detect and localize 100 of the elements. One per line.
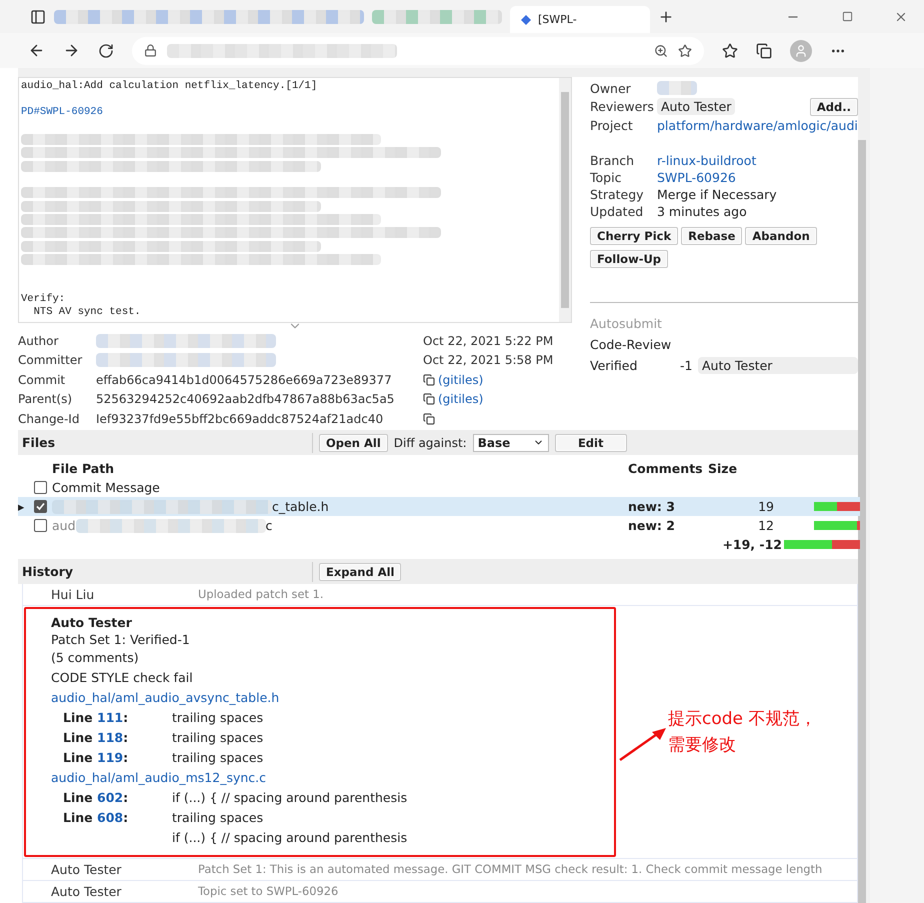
line-link[interactable]: 602 xyxy=(97,790,124,806)
label-score: -1 xyxy=(680,358,694,373)
size-total: +19, -12 xyxy=(721,536,783,554)
sidebar-icon[interactable] xyxy=(30,8,46,24)
message-text: Patch Set 1: Verified-1 xyxy=(51,630,191,648)
label-name: Verified xyxy=(590,358,638,373)
author-name: Hui Liu xyxy=(50,586,96,602)
field-label: Strategy xyxy=(590,186,645,202)
collections-icon[interactable] xyxy=(756,42,772,58)
size-value: 12 xyxy=(757,517,775,536)
history-message[interactable]: Hui Liu Uploaded patch set 1. xyxy=(22,584,858,606)
file-link[interactable]: audio_hal/aml_audio_ms12_sync.c xyxy=(51,770,266,786)
comment-text: trailing spaces xyxy=(172,810,264,826)
message-summary: Topic set to SWPL-60926 xyxy=(198,884,338,898)
issue-link[interactable]: PD#SWPL-60926 xyxy=(21,106,559,120)
field-label: Updated xyxy=(590,204,644,219)
field-label: Owner xyxy=(590,80,632,96)
redacted-text xyxy=(657,81,697,96)
field-label: Committer xyxy=(18,352,84,370)
address-field[interactable] xyxy=(132,36,704,64)
checkbox[interactable] xyxy=(34,519,47,532)
info-link[interactable]: platform/hardware/amlogic/audi xyxy=(657,118,858,133)
reload-icon[interactable] xyxy=(98,42,114,58)
file-path[interactable]: aud xyxy=(52,518,76,534)
size-value: 19 xyxy=(708,497,784,516)
reviewer-chip: Auto Tester xyxy=(657,98,736,116)
section-title: History xyxy=(18,562,313,582)
diff-label: Diff against: xyxy=(394,436,467,450)
expand-all-button[interactable]: Expand All xyxy=(319,562,402,581)
favorites-icon[interactable] xyxy=(722,42,738,58)
tab-favicon xyxy=(520,14,532,26)
message-text: CODE STYLE check fail xyxy=(51,669,194,688)
line-link[interactable]: 111 xyxy=(97,710,124,726)
comment-text: if (...) { // spacing around parenthesis xyxy=(172,830,408,846)
section-title: Files xyxy=(18,432,313,453)
line-reference: Line 608: xyxy=(63,810,130,826)
edit-button[interactable]: Edit xyxy=(554,434,627,452)
comment-text: trailing spaces xyxy=(172,710,264,726)
comment-text: trailing spaces xyxy=(172,730,264,746)
copy-icon[interactable] xyxy=(423,374,435,386)
zoom-icon[interactable] xyxy=(654,44,668,58)
author-name: Auto Tester xyxy=(50,862,122,877)
field-label: Commit xyxy=(18,372,66,389)
voter-chip: Auto Tester xyxy=(698,356,858,374)
line-link[interactable]: 119 xyxy=(97,750,124,766)
field-label: Project xyxy=(590,118,634,133)
message-summary: Uploaded patch set 1. xyxy=(198,587,324,602)
file-path[interactable]: c_table.h xyxy=(272,499,329,514)
action-button[interactable]: Rebase xyxy=(681,226,742,245)
date-value: Oct 22, 2021 5:22 PM xyxy=(423,332,554,350)
history-message[interactable]: Auto Tester Patch Set 1: This is an automated message. GIT COMMIT MSG check result: 1. Check commit message length xyxy=(22,858,858,881)
back-icon[interactable] xyxy=(28,42,45,59)
file-link[interactable]: audio_hal/aml_audio_avsync_table.h xyxy=(51,690,280,706)
lock-icon xyxy=(144,44,157,57)
open-all-button[interactable]: Open All xyxy=(319,434,388,452)
info-link[interactable]: r-linux-buildroot xyxy=(657,152,858,168)
forward-icon[interactable] xyxy=(63,42,80,59)
date-value: Oct 22, 2021 5:58 PM xyxy=(423,352,554,370)
field-label: Branch xyxy=(590,152,636,168)
field-label: Author xyxy=(18,332,60,350)
gitiles-link[interactable]: (gitiles) xyxy=(438,372,484,387)
action-button[interactable]: Cherry Pick xyxy=(590,226,678,245)
copy-icon[interactable] xyxy=(423,412,435,425)
hash-value: effab66ca9414b1d0064575286e669a723e89377 xyxy=(96,372,393,389)
line-reference: Line 602: xyxy=(63,790,130,806)
column-header: Size xyxy=(708,460,738,478)
line-link[interactable]: 118 xyxy=(97,730,124,746)
gitiles-link[interactable]: (gitiles) xyxy=(438,392,484,406)
line-link[interactable]: 608 xyxy=(97,810,124,826)
info-value: 3 minutes ago xyxy=(657,204,748,219)
column-header: Comments xyxy=(628,460,704,478)
author-name: Auto Tester xyxy=(50,884,122,899)
file-path[interactable]: c xyxy=(266,518,272,534)
commit-message-line: audio_hal:Add calculation netflix_latency.[1/1] xyxy=(21,80,318,94)
hash-value: 52563294252c40692aab2dfb47867a88b63ac5a5 xyxy=(96,391,396,408)
history-message[interactable]: Auto Tester Topic set to SWPL-60926 xyxy=(22,880,858,903)
line-reference: Line 118: xyxy=(63,730,130,746)
browser-tab[interactable]: [SWPL- xyxy=(510,6,650,33)
diff-select[interactable]: Base xyxy=(472,434,549,452)
copy-icon[interactable] xyxy=(423,393,435,406)
action-button[interactable]: Follow-Up xyxy=(590,250,668,268)
favorite-icon[interactable] xyxy=(678,44,692,58)
field-label: Topic xyxy=(590,170,622,185)
label-name: Code-Review xyxy=(590,336,672,352)
file-path[interactable]: Commit Message xyxy=(52,480,160,496)
message-text: (5 comments) xyxy=(51,649,140,668)
checkbox[interactable] xyxy=(34,481,47,494)
add-reviewer-button[interactable]: Add.. xyxy=(810,98,858,116)
field-label: Change-Id xyxy=(18,410,80,428)
new-tab-icon[interactable] xyxy=(658,8,674,24)
checkbox[interactable] xyxy=(34,500,47,514)
line-reference: Line 111: xyxy=(63,710,130,726)
message-summary: Patch Set 1: This is an automated message. GIT COMMIT MSG check result: 1. Check commit message length xyxy=(198,862,822,876)
info-link[interactable]: SWPL-60926 xyxy=(657,170,858,185)
label-name: Autosubmit xyxy=(590,316,663,331)
size-bar xyxy=(814,521,860,530)
annotation-text: 提示code 不规范， 需要修改 xyxy=(668,708,816,757)
action-button[interactable]: Abandon xyxy=(745,226,817,245)
size-bar xyxy=(814,502,860,512)
field-label: Reviewers xyxy=(590,99,655,114)
